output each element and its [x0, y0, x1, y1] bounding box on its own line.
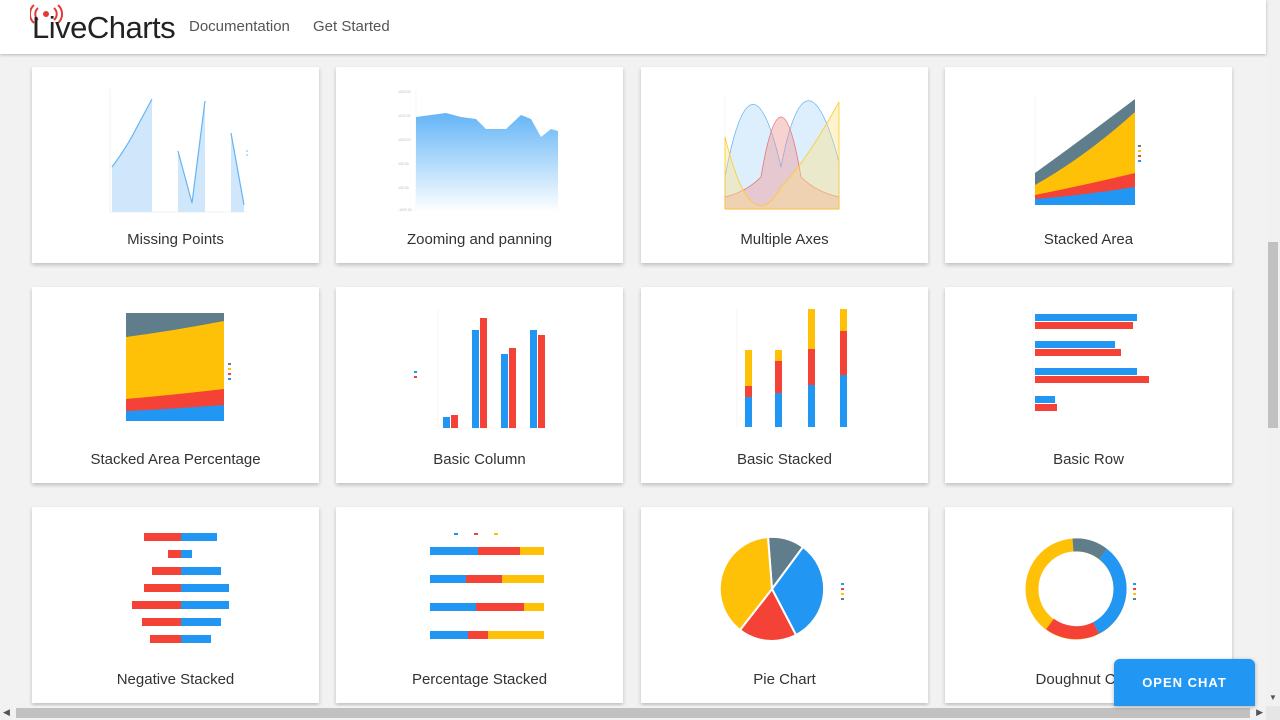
- vertical-scrollbar[interactable]: ▼: [1266, 0, 1280, 706]
- vertical-scroll-thumb[interactable]: [1268, 242, 1278, 428]
- svg-text:200.00: 200.00: [398, 162, 409, 166]
- scroll-right-arrow-icon[interactable]: ▶: [1256, 707, 1263, 718]
- scroll-down-arrow-icon[interactable]: ▼: [1269, 693, 1277, 702]
- basic-stacked-thumbnail: [736, 309, 847, 427]
- card-zooming-and-panning[interactable]: 1000.00 1100.00 1000.00 200.00 100.00 -1000…: [336, 67, 623, 263]
- livecharts-logo[interactable]: LiveCharts: [30, 4, 176, 46]
- stacked-area-percentage-thumbnail: [126, 313, 231, 421]
- svg-text:-1000.00: -1000.00: [398, 208, 412, 212]
- card-pie-chart[interactable]: Pie Chart: [641, 507, 928, 703]
- card-label: Pie Chart: [753, 671, 816, 688]
- pie-chart-thumbnail: [718, 535, 844, 642]
- card-stacked-area-percentage[interactable]: Stacked Area Percentage: [32, 287, 319, 483]
- negative-stacked-thumbnail: [132, 533, 229, 643]
- card-label: Missing Points: [127, 231, 224, 248]
- missing-points-thumbnail: [109, 89, 248, 213]
- nav-documentation[interactable]: Documentation: [189, 18, 290, 35]
- basic-row-thumbnail: [1032, 309, 1149, 419]
- percentage-stacked-thumbnail: [430, 533, 544, 639]
- scroll-left-arrow-icon[interactable]: ◀: [3, 707, 10, 718]
- gallery-grid: Missing Points 1000.00 1100.00 1000.00 200…: [0, 54, 1266, 706]
- nav-get-started[interactable]: Get Started: [313, 18, 390, 35]
- doughnut-chart-thumbnail: [1025, 538, 1136, 640]
- stacked-area-thumbnail: [1034, 97, 1141, 205]
- card-label: Percentage Stacked: [411, 671, 548, 688]
- zooming-panning-thumbnail: 1000.00 1100.00 1000.00 200.00 100.00 -1000…: [398, 90, 558, 212]
- basic-column-thumbnail: [414, 309, 546, 429]
- multiple-axes-thumbnail: [724, 97, 840, 210]
- svg-text:1000.00: 1000.00: [398, 138, 411, 142]
- card-basic-column[interactable]: Basic Column: [336, 287, 623, 483]
- card-label: Multiple Axes: [740, 231, 829, 248]
- card-label: Basic Stacked: [736, 451, 833, 468]
- horizontal-scrollbar[interactable]: ◀ ▶: [0, 706, 1266, 720]
- card-basic-row[interactable]: Basic Row: [945, 287, 1232, 483]
- card-stacked-area[interactable]: Stacked Area: [945, 67, 1232, 263]
- svg-text:100.00: 100.00: [398, 186, 409, 190]
- card-label: Zooming and panning: [406, 231, 553, 248]
- top-navbar: LiveCharts Documentation Get Started: [0, 0, 1266, 54]
- card-percentage-stacked[interactable]: Percentage Stacked: [336, 507, 623, 703]
- card-label: Basic Row: [1053, 451, 1124, 468]
- open-chat-button[interactable]: OPEN CHAT: [1114, 659, 1255, 706]
- svg-text:1000.00: 1000.00: [398, 90, 411, 94]
- card-negative-stacked[interactable]: Negative Stacked: [32, 507, 319, 703]
- scrollbar-corner: [1266, 706, 1280, 720]
- card-label: Stacked Area: [1043, 231, 1134, 248]
- card-label: Stacked Area Percentage: [90, 451, 261, 468]
- card-missing-points[interactable]: Missing Points: [32, 67, 319, 263]
- horizontal-scroll-thumb[interactable]: [16, 708, 1250, 718]
- card-label: Negative Stacked: [116, 671, 235, 688]
- brand-text: LiveCharts: [32, 10, 176, 45]
- card-basic-stacked[interactable]: Basic Stacked: [641, 287, 928, 483]
- card-multiple-axes[interactable]: Multiple Axes: [641, 67, 928, 263]
- card-label: Basic Column: [433, 451, 526, 468]
- svg-text:1100.00: 1100.00: [398, 114, 410, 118]
